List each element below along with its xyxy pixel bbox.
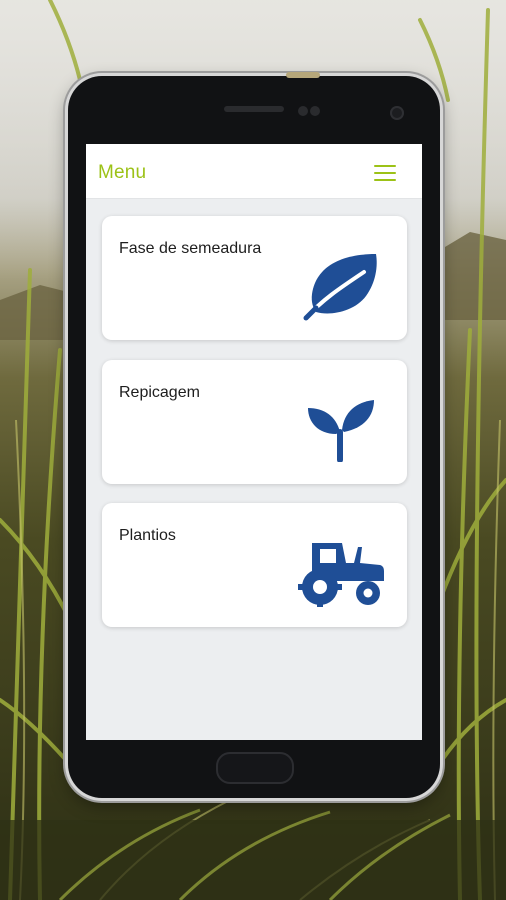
hamburger-menu-icon[interactable] [374, 164, 396, 182]
page-title: Menu [98, 162, 147, 183]
menu-card-label: Fase de semeadura [119, 240, 262, 257]
menu-card-label: Repicagem [119, 384, 200, 401]
menu-card-plantios[interactable]: Plantios [102, 503, 407, 627]
menu-card-label: Plantios [119, 527, 176, 544]
sprout-icon [308, 400, 374, 462]
menu-card-fase-de-semeadura[interactable]: Fase de semeadura [102, 216, 407, 340]
app-bar: Menu [86, 144, 422, 199]
earpiece-speaker [224, 106, 284, 112]
front-camera-icon [390, 106, 404, 120]
tractor-icon [298, 543, 384, 607]
app-screen: Menu Fase de semeadura Repicagem Plantio… [86, 144, 422, 740]
sensor-dots [298, 103, 328, 116]
menu-card-repicagem[interactable]: Repicagem [102, 360, 407, 484]
leaf-icon [303, 254, 377, 321]
power-button [286, 72, 320, 78]
home-button[interactable] [216, 752, 294, 784]
